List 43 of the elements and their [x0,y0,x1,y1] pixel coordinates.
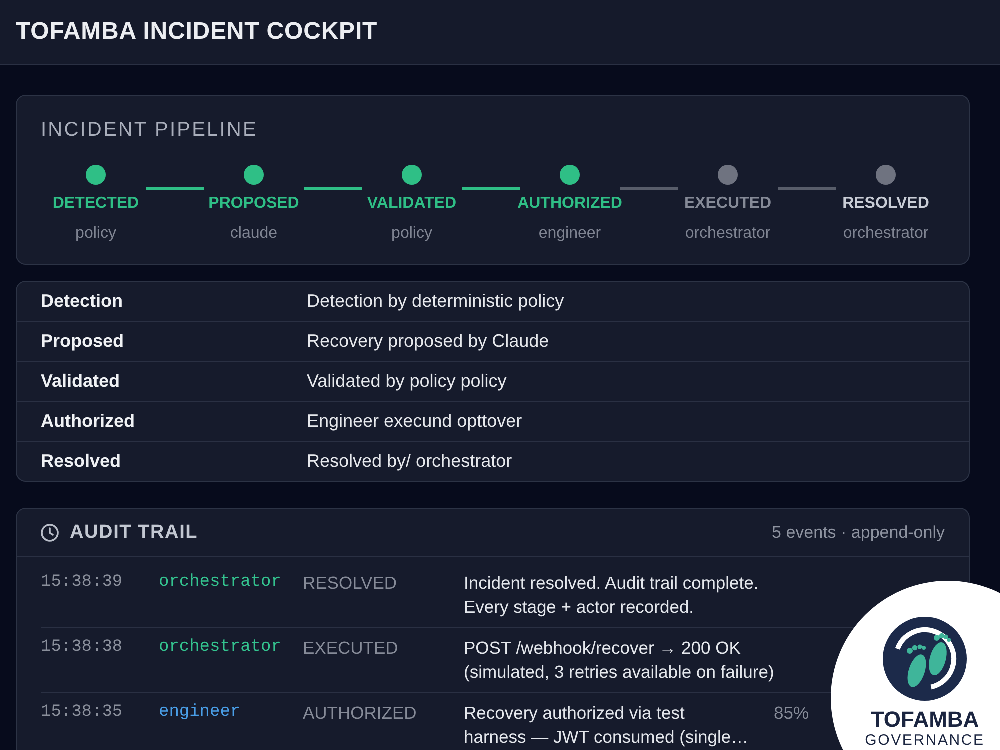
brand-tagline: GOVERNANCE [865,732,985,749]
section-title: INCIDENT PIPELINE [41,118,258,142]
step-label: PROPOSED [208,194,300,214]
event-stage: EXECUTED [303,637,400,660]
row-label: Detection [41,291,124,312]
event-stage: RESOLVED [303,572,398,595]
row-value: Resolved by/ orchestrator [307,451,512,472]
event-time: 15:38:38 [41,637,124,659]
event-time: 15:38:35 [41,702,124,724]
event-actor: engineer [159,702,242,724]
step-actor: engineer [538,224,602,244]
step-actor: orchestrator [843,224,929,244]
step-actor: policy [76,224,116,244]
row-value: Recovery proposed by Claude [307,331,550,352]
event-message: Recovery authorized via test harness — JWT consumed (single… [464,702,750,749]
clock-icon [41,524,59,542]
event-stage: AUTHORIZED [303,702,418,725]
step-actor: policy [392,224,432,244]
event-actor: orchestrator [159,572,282,594]
step-actor: claude [230,224,278,244]
event-summary: 5 events · append-only [772,522,945,542]
app-title: TOFAMBA INCIDENT COCKPIT [16,18,378,46]
row-label: Proposed [41,331,126,352]
row-label: Resolved [41,451,122,472]
event-actor: orchestrator [159,637,282,659]
footprints-icon [883,617,967,701]
step-label: VALIDATED [367,194,457,214]
step-label: AUTHORIZED [518,194,622,214]
row-value: Engineer execund opttover [307,411,522,432]
row-value: Detection by deterministic policy [307,291,564,312]
section-title: AUDIT TRAIL [70,522,198,544]
step-actor: orchestrator [685,224,771,244]
row-value: Validated by policy policy [307,371,507,392]
event-message: POST /webhook/recover → 200 OK (simulated, 3 retries available on failure) [464,637,774,684]
step-label: RESOLVED [842,194,930,214]
row-label: Authorized [41,411,136,432]
step-label: DETECTED [52,194,140,214]
event-time: 15:38:39 [41,572,124,594]
event-message: Incident resolved. Audit trail complete. Every stage + actor recorded. [464,572,760,619]
event-percent: 85% [774,702,810,725]
brand-name: TOFAMBA [870,708,980,732]
step-label: EXECUTED [684,194,772,214]
row-label: Validated [41,371,122,392]
